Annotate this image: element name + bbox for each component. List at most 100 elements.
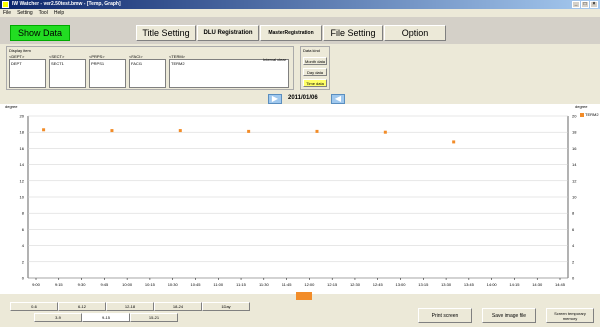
y-tick-label-left: 10 xyxy=(20,195,25,200)
y-tick-label-right: 10 xyxy=(572,195,577,200)
range-3-9-button[interactable]: 3-9 xyxy=(34,313,82,322)
y-tick-label-left: 8 xyxy=(22,211,25,216)
save-image-file-button[interactable]: Save image file xyxy=(482,308,536,323)
close-button[interactable]: × xyxy=(590,1,598,8)
x-tick-label: 13:15 xyxy=(418,282,429,287)
y-tick-label-left: 18 xyxy=(20,130,25,135)
x-tick-label: 9:15 xyxy=(55,282,64,287)
field-sect: <SECT> SECT1 xyxy=(49,54,86,88)
print-screen-button[interactable]: Print screen xyxy=(418,308,472,323)
x-tick-label: 9:30 xyxy=(78,282,87,287)
legend-label: TERM2 xyxy=(585,112,599,117)
y-tick-label-right: 4 xyxy=(572,243,575,248)
x-tick-label: 14:00 xyxy=(487,282,498,287)
menu-setting[interactable]: Setting xyxy=(17,9,33,17)
option-button[interactable]: Option xyxy=(384,25,446,41)
y-tick-label-left: 14 xyxy=(20,162,25,167)
maximize-button[interactable]: □ xyxy=(581,1,589,8)
x-tick-label: 11:45 xyxy=(282,282,292,287)
current-date: 2011/01/06 xyxy=(288,95,318,101)
y-tick-label-right: 12 xyxy=(572,178,577,183)
y-tick-label-left: 2 xyxy=(22,259,25,264)
y-tick-label-left: 4 xyxy=(22,243,25,248)
x-tick-label: 13:45 xyxy=(464,282,475,287)
y-tick-label-left: 12 xyxy=(20,178,25,183)
range-15-21-button[interactable]: 15-21 xyxy=(130,313,178,322)
legend: TERM2 xyxy=(580,112,599,117)
x-tick-label: 10:45 xyxy=(190,282,201,287)
master-registration-button[interactable]: MasterRegistration xyxy=(260,25,322,41)
field-value[interactable]: DEPT xyxy=(9,59,46,88)
field-faci: <FACI> FACI1 xyxy=(129,54,166,88)
menu-tool[interactable]: Tool xyxy=(39,9,48,17)
day-data-button[interactable]: Day data xyxy=(303,68,327,76)
field-value[interactable]: SECT1 xyxy=(49,59,86,88)
y-tick-label-right: 16 xyxy=(572,146,577,151)
screen-temporary-memory-button[interactable]: Screen temporary memory xyxy=(546,308,594,323)
display-item-group: Display item <DEPT> DEPT <SECT> SECT1 <P… xyxy=(6,46,294,90)
data-point xyxy=(383,130,387,134)
field-dept: <DEPT> DEPT xyxy=(9,54,46,88)
interval-clear-label[interactable]: Interval clear xyxy=(263,57,286,62)
x-tick-label: 10:15 xyxy=(145,282,156,287)
data-kind-label: Data kind xyxy=(303,48,320,53)
x-tick-label: 11:00 xyxy=(213,282,223,287)
y-tick-label-right: 18 xyxy=(572,130,577,135)
y-tick-label-left: 16 xyxy=(20,146,25,151)
file-setting-button[interactable]: File Setting xyxy=(323,25,383,41)
y-tick-label-left: 6 xyxy=(22,227,25,232)
y-tick-label-left: 20 xyxy=(20,114,25,119)
month-data-button[interactable]: Month data xyxy=(303,57,327,65)
time-data-button[interactable]: Time data xyxy=(303,79,327,87)
data-point xyxy=(315,129,319,133)
x-tick-label: 9:00 xyxy=(32,282,41,287)
dlu-registration-button[interactable]: DLU Registration xyxy=(197,25,259,41)
data-point xyxy=(452,140,456,144)
y-tick-label-right: 20 xyxy=(572,114,577,119)
y-axis-unit-left: degree xyxy=(5,104,18,109)
legend-swatch xyxy=(580,112,584,117)
data-point xyxy=(110,129,114,133)
x-tick-label: 13:00 xyxy=(396,282,407,287)
y-axis-unit-right: degree xyxy=(575,104,588,109)
y-tick-label-right: 8 xyxy=(572,211,575,216)
menu-file[interactable]: File xyxy=(3,9,11,17)
minimize-button[interactable]: _ xyxy=(572,1,580,8)
x-tick-label: 12:15 xyxy=(327,282,338,287)
field-value[interactable]: FACI1 xyxy=(129,59,166,88)
title-setting-button[interactable]: Title Setting xyxy=(136,25,196,41)
window-title: IW Watcher - ver2.50test.bmw - [Temp, Gr… xyxy=(12,1,121,7)
field-prps: <PRPS> PRPS1 xyxy=(89,54,126,88)
title-bar: IW Watcher - ver2.50test.bmw - [Temp, Gr… xyxy=(0,0,600,9)
x-tick-label: 11:30 xyxy=(259,282,269,287)
range-12-18-button[interactable]: 12-18 xyxy=(106,302,154,311)
x-tick-label: 11:15 xyxy=(236,282,246,287)
range-18-24-button[interactable]: 18-24 xyxy=(154,302,202,311)
x-tick-label: 14:30 xyxy=(532,282,543,287)
timeline-scroll-handle[interactable] xyxy=(296,292,312,300)
range-6-12-button[interactable]: 6-12 xyxy=(58,302,106,311)
field-value[interactable]: TERM2 xyxy=(169,59,289,88)
data-point xyxy=(42,128,46,132)
range-9-15-button[interactable]: 9-15 xyxy=(82,313,130,322)
x-tick-label: 10:00 xyxy=(122,282,133,287)
y-tick-label-right: 0 xyxy=(572,276,575,281)
menu-help[interactable]: Help xyxy=(54,9,64,17)
y-tick-label-left: 0 xyxy=(22,276,25,281)
next-arrow-button[interactable]: ◀ xyxy=(331,94,345,104)
range-0-6-button[interactable]: 0-6 xyxy=(10,302,58,311)
chart-area: 0 0 2 2 4 4 6 6 8 8 10 10 12 12 14 14 16 16 18 18 20 20 9:00 9:… xyxy=(0,104,600,294)
data-kind-group: Data kind Month data Day data Time data xyxy=(300,46,330,90)
field-value[interactable]: PRPS1 xyxy=(89,59,126,88)
menu-bar: File Setting Tool Help xyxy=(0,9,600,17)
display-item-label: Display item xyxy=(9,48,31,53)
x-tick-label: 12:00 xyxy=(304,282,315,287)
show-data-button[interactable]: Show Data xyxy=(10,25,70,41)
range-1day-button[interactable]: 1Day xyxy=(202,302,250,311)
app-icon xyxy=(2,1,9,8)
y-tick-label-right: 2 xyxy=(572,259,575,264)
prev-arrow-button[interactable]: ▶ xyxy=(268,94,282,104)
x-tick-label: 12:30 xyxy=(350,282,361,287)
x-tick-label: 9:45 xyxy=(100,282,109,287)
x-tick-label: 12:45 xyxy=(373,282,384,287)
